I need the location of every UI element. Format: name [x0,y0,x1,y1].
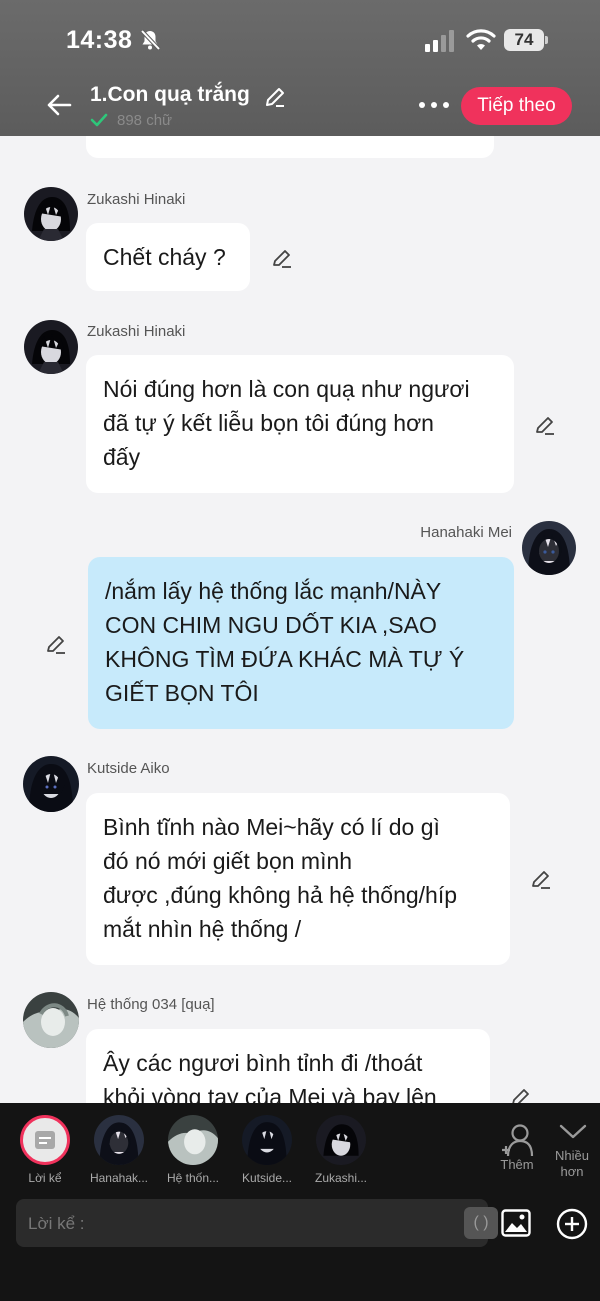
message-bubble[interactable]: Bình tĩnh nào Mei~hãy có lí do gì đó nó … [86,793,510,965]
avatar-image [23,756,79,812]
avatar-kutside-aiko[interactable] [23,756,79,812]
status-time: 14:38 [66,26,133,54]
next-button[interactable]: Tiếp theo [461,87,572,125]
message-bubble[interactable]: Chết cháy ? [86,223,250,291]
narrator-ring [20,1115,70,1165]
narration-icon [35,1131,55,1149]
back-arrow-icon[interactable] [44,90,74,120]
more-label-line: hơn [560,1164,584,1179]
narration-input[interactable] [16,1199,450,1249]
edit-pencil-icon[interactable] [271,247,293,269]
character-avatar [168,1115,218,1165]
avatar-image [24,187,78,241]
message-line: Bình tĩnh nào Mei~hãy có lí do gì [103,814,440,840]
edit-pencil-icon[interactable] [530,868,552,890]
status-bar: 14:38 74 [0,0,600,80]
character-narrator[interactable]: Lời kể [15,1115,75,1185]
avatar-hanahaki-mei[interactable] [522,521,576,575]
image-icon[interactable] [501,1209,531,1237]
character-hanahaki[interactable]: Hanahak... [89,1115,149,1185]
character-avatar [316,1115,366,1165]
avatar-image [23,992,79,1048]
avatar-he-thong-034[interactable] [23,992,79,1048]
message-author: Kutside Aiko [87,760,170,777]
message-bubble-own[interactable]: /nắm lấy hệ thống lắc mạnh/NÀY CON CHIM … [88,557,514,729]
edit-title-pencil-icon[interactable] [263,85,287,109]
battery-indicator: 74 [504,29,544,51]
message-line: KHÔNG TÌM ĐỨA KHÁC MÀ TỰ Ý [105,646,465,672]
add-character-label[interactable]: Thêm [497,1157,537,1172]
character-label: Hanahak... [89,1171,149,1185]
character-avatar [94,1115,144,1165]
chat-area[interactable]: Zukashi Hinaki Chết cháy ? Zukashi Hinak… [0,136,600,1103]
edit-pencil-icon[interactable] [510,1086,532,1103]
more-label-line: Nhiều [555,1148,589,1163]
add-character-icon[interactable] [500,1123,536,1157]
battery-tip [545,36,548,44]
message-author: Zukashi Hinaki [87,191,186,208]
edit-pencil-icon[interactable] [45,633,67,655]
edit-pencil-icon[interactable] [534,414,556,436]
paren-button[interactable]: ( ) [464,1207,498,1239]
bottom-panel: Lời kể Hanahak... Hệ thốn... Kutside... … [0,1103,600,1301]
message-line: đấy [103,444,141,470]
message-line: /nắm lấy hệ thống lắc mạnh/NÀY [105,578,442,604]
character-label: Kutside... [241,1171,293,1185]
message-bubble[interactable]: Ây các ngươi bình tỉnh đi /thoát khỏi vò… [86,1029,490,1103]
message-line: CON CHIM NGU DỐT KIA ,SAO [105,612,437,638]
character-label: Hệ thốn... [166,1171,220,1185]
message-line: GIẾT BỌN TÔI [105,680,259,706]
add-plus-icon[interactable] [556,1208,588,1240]
character-kutside[interactable]: Kutside... [237,1115,297,1185]
message-line: đã tự ý kết liễu bọn tôi đúng hơn [103,410,434,436]
avatar-image [24,320,78,374]
message-author: Zukashi Hinaki [87,323,186,340]
message-author: Hệ thống 034 [quạ] [87,996,215,1013]
message-author: Hanahaki Mei [420,524,512,541]
message-line: Ây các ngươi bình tỉnh đi /thoát [103,1050,423,1076]
more-options-icon[interactable] [418,96,450,114]
message-line: được ,đúng không hả hệ thống/híp [103,882,458,908]
bell-off-icon [140,29,161,51]
message-line: mắt nhìn hệ thống / [103,916,302,942]
message-line: đó nó mới giết bọn mình [103,848,353,874]
message-line: khỏi vòng tay của Mei và bay lên [103,1084,437,1103]
signal-icon [425,30,454,52]
character-label: Lời kể [28,1171,62,1185]
chevron-down-icon[interactable] [559,1123,587,1141]
character-he-thong[interactable]: Hệ thốn... [163,1115,223,1185]
composer-box[interactable]: ( ) [16,1199,498,1249]
character-label: Zukashi... [314,1171,368,1185]
character-zukashi[interactable]: Zukashi... [311,1115,371,1185]
top-header: 14:38 74 1.Con quạ trắng 898 chữ Tiếp th… [0,0,600,136]
message-line: Chết cháy ? [103,244,226,270]
character-avatar [242,1115,292,1165]
avatar-zukashi-hinaki[interactable] [24,187,78,241]
wifi-icon [466,29,496,50]
message-line: Nói đúng hơn là con quạ như ngươi [103,376,470,402]
story-title[interactable]: 1.Con quạ trắng [90,83,250,107]
more-characters-label[interactable]: Nhiều hơn [549,1148,595,1180]
avatar-zukashi-hinaki[interactable] [24,320,78,374]
check-icon [90,113,108,127]
previous-message-bubble[interactable] [86,136,494,158]
avatar-image [522,521,576,575]
message-bubble[interactable]: Nói đúng hơn là con quạ như ngươi đã tự … [86,355,514,493]
word-count: 898 chữ [117,112,173,129]
